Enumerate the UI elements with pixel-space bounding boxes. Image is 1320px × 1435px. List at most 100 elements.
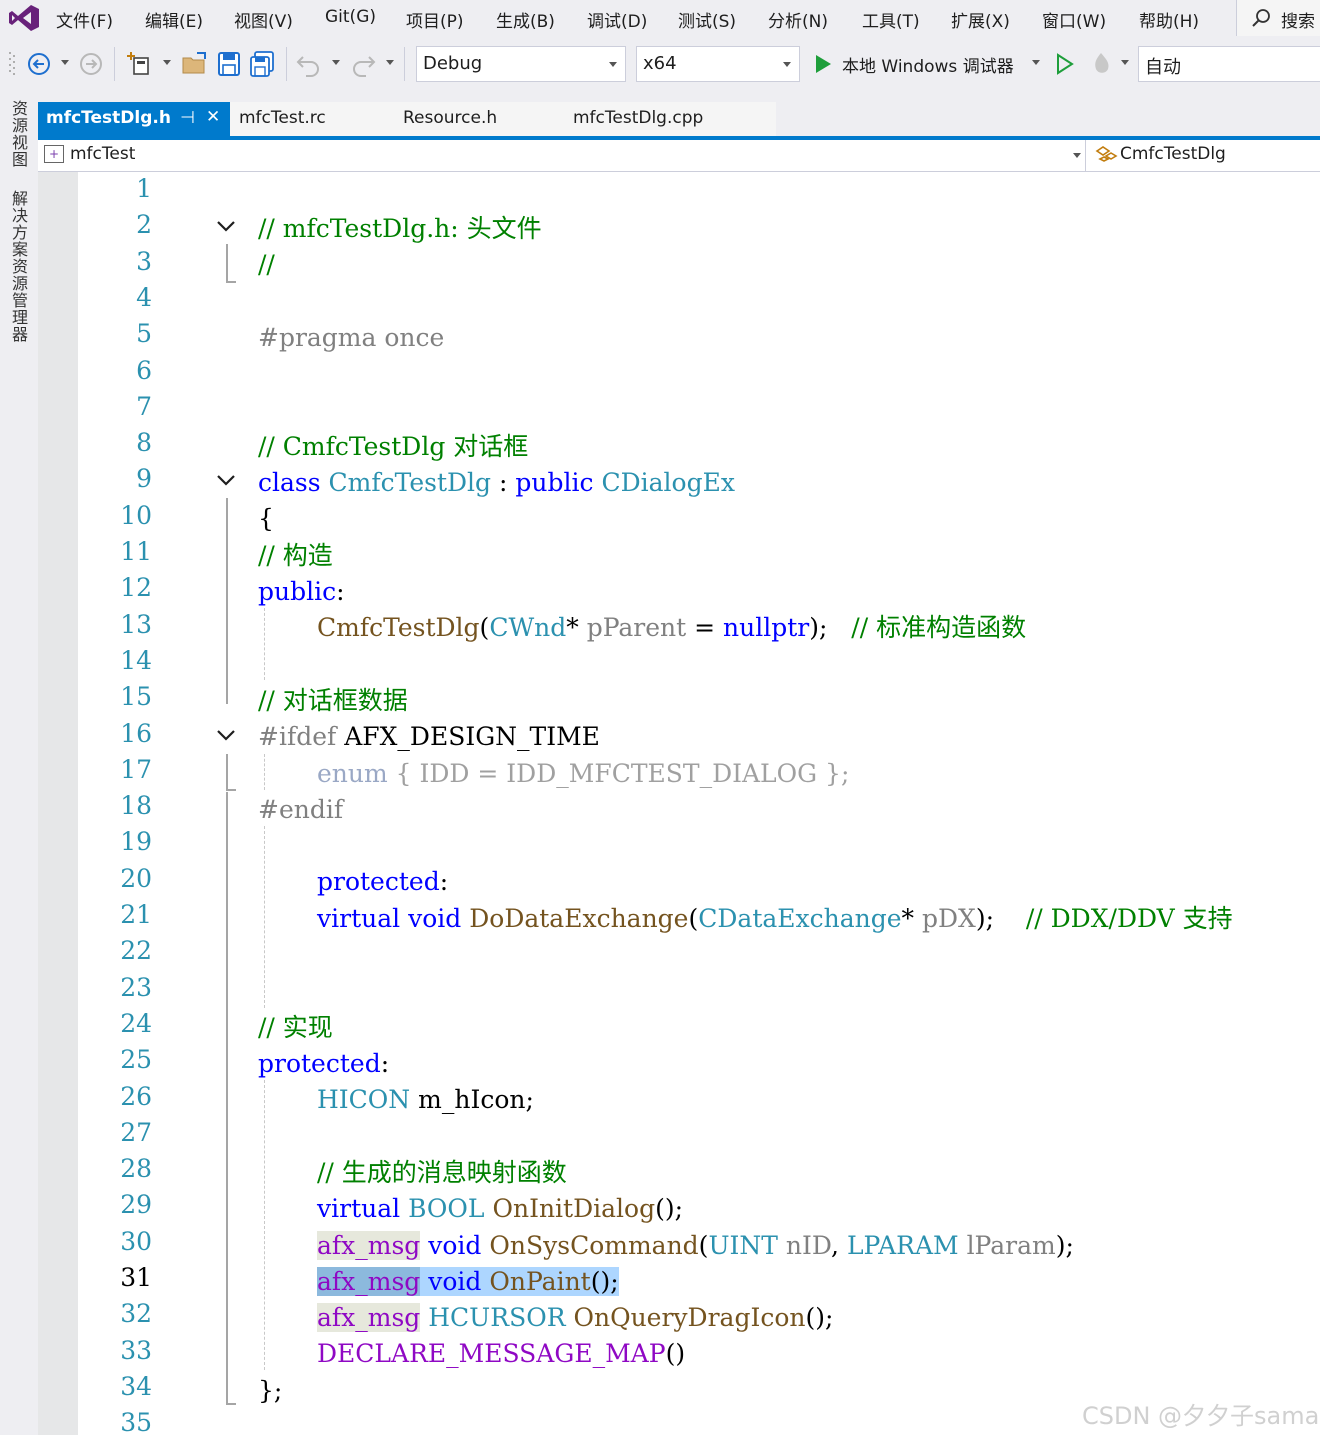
forward-icon[interactable]	[76, 49, 106, 79]
line-number: 11	[120, 537, 152, 566]
redo-dropdown-icon[interactable]	[386, 60, 394, 65]
auto-select[interactable]: 自动	[1138, 46, 1320, 82]
collapse-chevron-icon[interactable]	[214, 723, 238, 747]
line-number: 35	[120, 1408, 152, 1435]
line-number: 8	[136, 428, 152, 458]
code-line: #ifdef AFX_DESIGN_TIME	[258, 722, 600, 751]
code-line: {	[258, 504, 274, 533]
side-tab-resource-view[interactable]: 资源视图	[6, 100, 30, 168]
code-line: // 实现	[258, 1013, 333, 1042]
undo-icon[interactable]	[294, 49, 324, 79]
line-number: 3	[136, 246, 152, 276]
redo-icon[interactable]	[348, 49, 378, 79]
menu-extensions[interactable]: 扩展(X)	[951, 7, 1010, 32]
menu-window[interactable]: 窗口(W)	[1042, 7, 1106, 32]
toolbar-separator	[114, 47, 115, 81]
tab-mfctest-rc[interactable]: mfcTest.rc	[239, 102, 326, 136]
code-line: afx_msg void OnSysCommand(UINT nID, LPAR…	[317, 1231, 1074, 1260]
menu-file[interactable]: 文件(F)	[56, 7, 113, 32]
watermark: CSDN @夕夕子sama	[1082, 1402, 1320, 1430]
save-all-icon[interactable]	[247, 49, 277, 79]
menu-help[interactable]: 帮助(H)	[1139, 7, 1199, 32]
close-icon[interactable]: ✕	[206, 107, 220, 127]
solution-platform-select[interactable]: x64	[636, 46, 800, 82]
tab-mfctestdlg-cpp[interactable]: mfcTestDlg.cpp	[573, 102, 703, 136]
code-line: protected:	[258, 1049, 390, 1078]
tab-resource-h[interactable]: Resource.h	[403, 102, 497, 136]
class-scope-select[interactable]: CmfcTestDlg	[1090, 140, 1320, 171]
line-number: 4	[136, 282, 152, 312]
code-line: // CmfcTestDlg 对话框	[258, 432, 529, 461]
save-icon[interactable]	[214, 49, 244, 79]
solution-configuration-select[interactable]: Debug	[416, 46, 626, 82]
search-icon	[1252, 9, 1270, 27]
platform-value: x64	[643, 53, 677, 74]
class-name: CmfcTestDlg	[1120, 144, 1226, 164]
code-line: protected:	[317, 867, 449, 896]
line-number: 26	[120, 1081, 152, 1111]
auto-value: 自动	[1145, 57, 1181, 78]
new-dropdown-icon[interactable]	[163, 60, 171, 65]
toolbar-separator	[286, 47, 287, 81]
menu-git[interactable]: Git(G)	[325, 7, 376, 27]
line-number: 24	[120, 1008, 152, 1038]
code-editor[interactable]: 1 2 3 4 5 6 7 8 9 10 11 12 13 14 15 16 17 18 19 20 21 22 23 24 2…	[38, 172, 1320, 1435]
fold-line	[226, 244, 228, 282]
indent-guide	[264, 1080, 265, 1370]
menu-build[interactable]: 生成(B)	[496, 7, 555, 32]
hot-reload-dropdown-icon[interactable]	[1121, 60, 1129, 65]
tab-mfctestdlg-h[interactable]: mfcTestDlg.h ⊣ ✕	[38, 102, 230, 136]
collapse-chevron-icon[interactable]	[214, 214, 238, 238]
code-line: };	[258, 1376, 283, 1405]
debugger-dropdown-icon[interactable]	[1032, 60, 1040, 65]
search-label: 搜索	[1281, 12, 1315, 32]
code-line: //	[258, 250, 275, 279]
code-line: CmfcTestDlg(CWnd* pParent = nullptr); //…	[317, 613, 1027, 642]
line-number: 17	[120, 754, 152, 784]
line-number: 32	[120, 1299, 152, 1329]
menu-view[interactable]: 视图(V)	[234, 7, 293, 32]
side-tab-solution-explorer[interactable]: 解决方案资源管理器	[6, 190, 30, 343]
menu-analyze[interactable]: 分析(N)	[768, 7, 828, 32]
menu-project[interactable]: 项目(P)	[406, 7, 464, 32]
menu-bar: 文件(F) 编辑(E) 视图(V) Git(G) 项目(P) 生成(B) 调试(…	[0, 0, 1320, 38]
back-dropdown-icon[interactable]	[61, 60, 69, 65]
start-without-debugging-icon[interactable]	[1050, 49, 1080, 79]
pin-icon[interactable]: ⊣	[180, 108, 195, 128]
navigation-bar: + mfcTest CmfcTestDlg	[38, 140, 1320, 172]
code-line-selected: afx_msg void OnPaint();	[317, 1267, 619, 1296]
menu-test[interactable]: 测试(S)	[678, 7, 736, 32]
toolbar-grip-icon[interactable]	[8, 50, 16, 78]
line-number: 25	[120, 1045, 152, 1075]
menu-tools[interactable]: 工具(T)	[862, 7, 920, 32]
configuration-value: Debug	[423, 53, 483, 74]
search-box[interactable]: 搜索	[1236, 0, 1320, 36]
back-icon[interactable]	[24, 49, 54, 79]
toolbar-separator	[404, 47, 405, 81]
line-number: 2	[136, 210, 152, 240]
undo-dropdown-icon[interactable]	[332, 60, 340, 65]
line-number: 6	[136, 355, 152, 385]
menu-edit[interactable]: 编辑(E)	[145, 7, 203, 32]
code-line: // mfcTestDlg.h: 头文件	[258, 214, 542, 243]
menu-debug[interactable]: 调试(D)	[587, 7, 647, 32]
chevron-down-icon	[1073, 153, 1081, 158]
code-line: public:	[258, 577, 345, 606]
code-line: virtual void DoDataExchange(CDataExchang…	[317, 904, 1233, 933]
open-file-icon[interactable]	[180, 49, 210, 79]
hot-reload-icon[interactable]	[1086, 49, 1116, 79]
new-project-icon[interactable]	[126, 49, 156, 79]
chevron-down-icon	[783, 62, 791, 67]
toolbar: Debug x64 本地 Windows 调试器 自动	[0, 38, 1320, 92]
collapse-chevron-icon[interactable]	[214, 468, 238, 492]
debugger-label: 本地 Windows 调试器	[842, 57, 1014, 77]
visual-studio-logo-icon[interactable]	[8, 3, 40, 33]
indent-guide	[264, 754, 265, 790]
fold-end	[226, 789, 236, 791]
line-number: 22	[120, 936, 152, 966]
line-number: 5	[136, 319, 152, 349]
tab-label: mfcTestDlg.h	[46, 108, 171, 128]
project-scope-select[interactable]: + mfcTest	[38, 140, 1086, 171]
code-line: virtual BOOL OnInitDialog();	[317, 1194, 684, 1223]
line-number: 10	[120, 500, 152, 530]
